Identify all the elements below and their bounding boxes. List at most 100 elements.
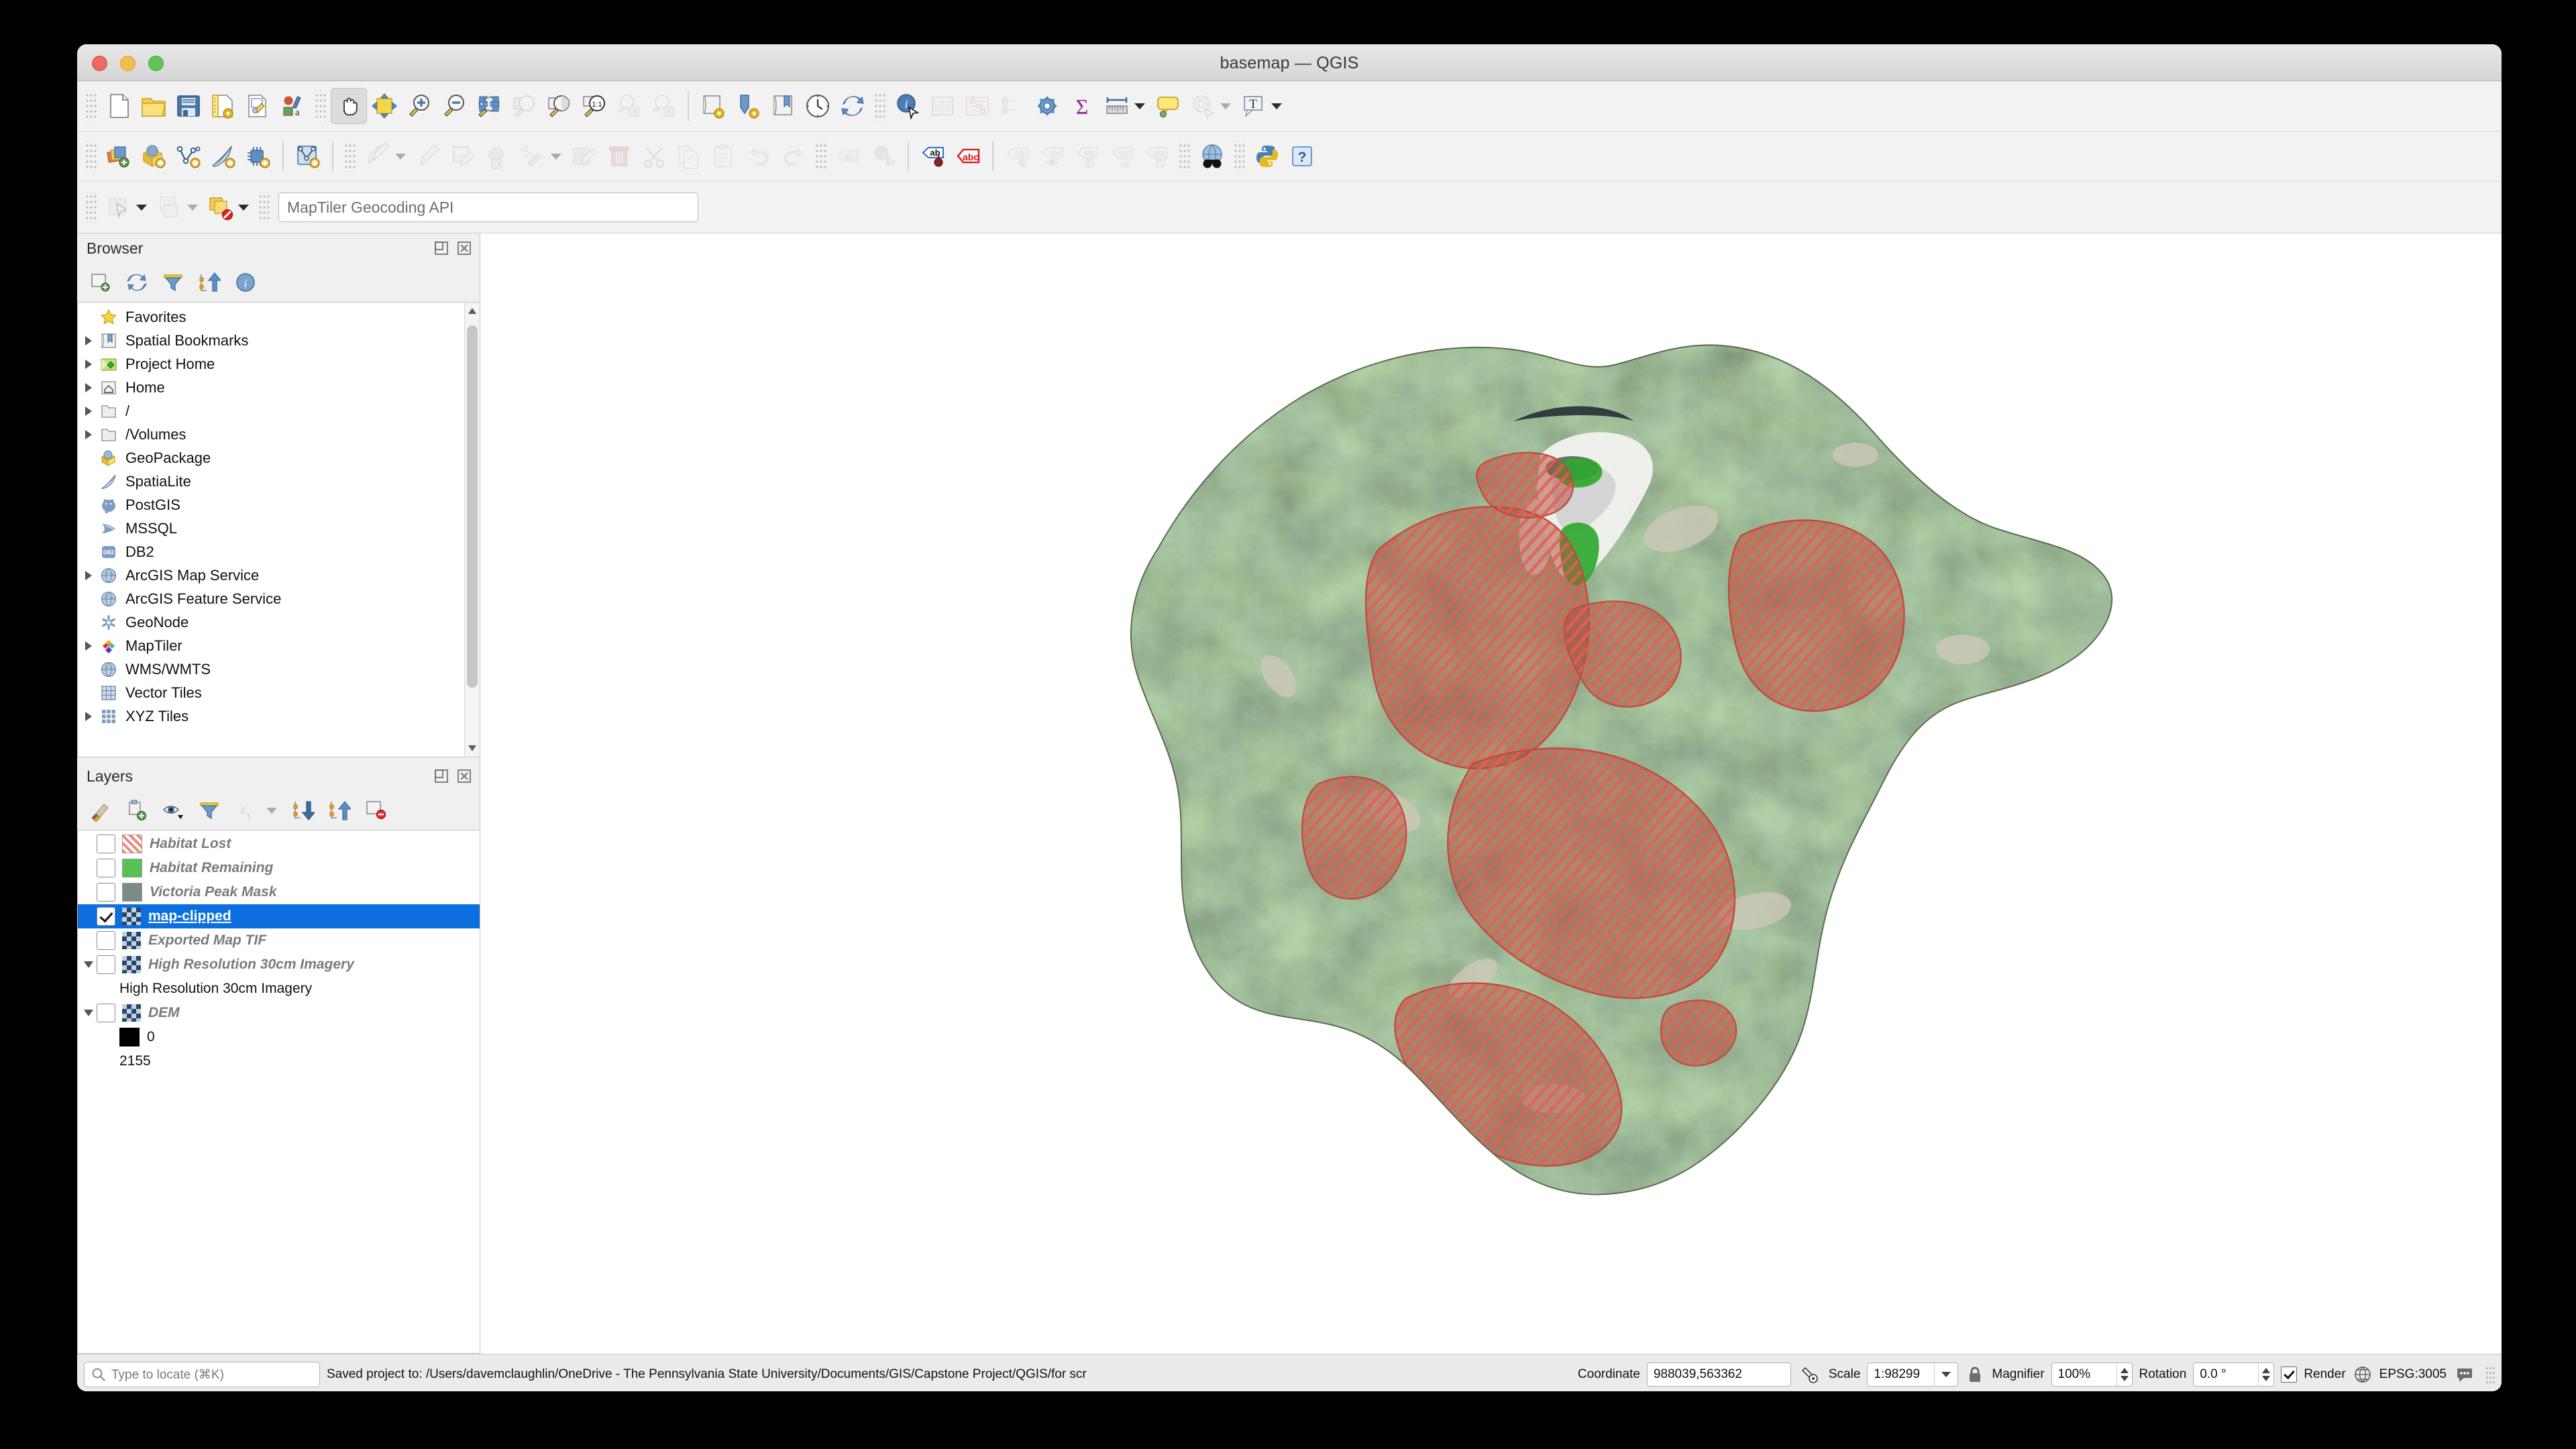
toolbar-grip[interactable] — [1179, 141, 1190, 172]
render-checkbox[interactable] — [2281, 1366, 2298, 1383]
help-icon[interactable]: ? — [1285, 139, 1320, 174]
scale-combobox[interactable]: 1:98299 — [1867, 1362, 1959, 1387]
select-features-icon[interactable] — [101, 190, 136, 225]
new-virtual-layer-icon[interactable] — [290, 139, 325, 174]
zoom-next-icon[interactable] — [646, 89, 681, 123]
zoom-last-icon[interactable] — [611, 89, 646, 123]
expand-arrow-icon[interactable] — [80, 329, 97, 352]
new-print-layout-icon[interactable] — [206, 89, 241, 123]
run-model-icon[interactable] — [1185, 89, 1220, 123]
show-properties-icon[interactable]: i — [231, 268, 260, 297]
vertex-tool-icon[interactable] — [481, 139, 516, 174]
new-memory-layer-icon[interactable] — [241, 139, 276, 174]
current-edits-caret[interactable] — [395, 153, 406, 160]
scroll-up-arrow[interactable] — [468, 308, 476, 314]
processing-gear-icon[interactable] — [1030, 89, 1065, 123]
pin-labels-icon[interactable]: ab — [1000, 139, 1035, 174]
move-label-icon[interactable]: abc — [1070, 139, 1105, 174]
measure-line-icon[interactable] — [1099, 89, 1134, 123]
toolbar-grip[interactable] — [86, 141, 97, 172]
map-tips-icon[interactable] — [1150, 89, 1185, 123]
browser-item[interactable]: SpatiaLite — [78, 470, 480, 493]
zoom-full-icon[interactable] — [472, 89, 506, 123]
new-map-view-icon[interactable] — [696, 89, 731, 123]
style-manager-icon[interactable]: a — [276, 89, 311, 123]
pan-to-selection-icon[interactable] — [367, 89, 402, 123]
close-icon[interactable] — [455, 767, 473, 785]
expression-caret[interactable] — [266, 807, 277, 814]
collapse-all-icon[interactable] — [195, 268, 223, 297]
expand-arrow-icon[interactable] — [80, 634, 97, 657]
layer-visibility-checkbox[interactable] — [97, 907, 115, 926]
globe-icon[interactable] — [2353, 1364, 2373, 1385]
status-resize-grip[interactable] — [2485, 1366, 2495, 1383]
magnifier-spinbox[interactable]: 100% — [2051, 1362, 2133, 1387]
browser-item[interactable]: MapTiler — [78, 634, 480, 657]
text-annotation-icon[interactable]: T — [1236, 89, 1271, 123]
pan-map-icon[interactable] — [331, 88, 367, 124]
layer-row[interactable]: Habitat Remaining — [78, 856, 480, 880]
diagram-icon[interactable] — [866, 139, 901, 174]
layer-visibility-checkbox[interactable] — [97, 859, 115, 878]
layer-row[interactable]: Habitat Lost — [78, 832, 480, 856]
manage-visibility-icon[interactable] — [159, 796, 187, 824]
toolbar-grip[interactable] — [86, 91, 97, 121]
layer-row[interactable]: DEM — [78, 1001, 480, 1025]
browser-item[interactable]: Favorites — [78, 305, 480, 329]
redo-icon[interactable] — [776, 139, 811, 174]
geocoder-search-input[interactable]: MapTiler Geocoding API — [278, 193, 698, 222]
browser-item[interactable]: MSSQL — [78, 517, 480, 540]
browser-item[interactable]: Project Home — [78, 352, 480, 376]
browser-scrollbar[interactable] — [464, 303, 480, 757]
new-project-icon[interactable] — [101, 89, 136, 123]
undo-icon[interactable] — [741, 139, 776, 174]
browser-item[interactable]: DB2 DB2 — [78, 540, 480, 564]
layer-visibility-checkbox[interactable] — [97, 1004, 115, 1023]
modify-attributes-caret[interactable] — [551, 153, 561, 160]
layer-row[interactable]: High Resolution 30cm Imagery — [78, 953, 480, 977]
toolbar-grip[interactable] — [816, 141, 826, 172]
show-bookmarks-icon[interactable] — [765, 89, 800, 123]
layer-visibility-checkbox[interactable] — [97, 835, 115, 854]
locator-search-input[interactable]: Type to locate (⌘K) — [84, 1362, 320, 1387]
open-project-icon[interactable] — [136, 89, 171, 123]
chevron-down-icon[interactable] — [1934, 1363, 1957, 1386]
layers-tree[interactable]: Habitat Lost Habitat Remaining Victoria Pe… — [77, 830, 480, 1354]
filter-browser-icon[interactable] — [159, 268, 187, 297]
show-hide-labels-icon[interactable]: abc — [951, 139, 985, 174]
change-label-icon[interactable]: abc — [1140, 139, 1175, 174]
label-toolbar-icon[interactable]: abc — [831, 139, 866, 174]
temporal-controller-icon[interactable] — [800, 89, 835, 123]
layer-row[interactable]: High Resolution 30cm Imagery — [78, 977, 480, 1001]
layer-row-selected[interactable]: map-clipped — [78, 904, 480, 929]
layer-row[interactable]: 0 — [78, 1025, 480, 1049]
toolbar-grip[interactable] — [315, 91, 326, 121]
toolbar-grip[interactable] — [345, 141, 356, 172]
select-value-caret[interactable] — [187, 204, 198, 211]
current-edits-icon[interactable] — [360, 139, 395, 174]
browser-item[interactable]: ArcGIS Map Service — [78, 564, 480, 587]
rotate-label-icon[interactable]: abc — [1105, 139, 1140, 174]
modify-attributes-icon[interactable] — [516, 139, 551, 174]
cut-features-icon[interactable] — [637, 139, 672, 174]
statistical-summary-icon[interactable]: Σ — [1065, 89, 1099, 123]
python-console-icon[interactable] — [1250, 139, 1285, 174]
browser-item[interactable]: Vector Tiles — [78, 681, 480, 704]
select-by-expression-icon[interactable] — [152, 190, 187, 225]
map-canvas[interactable] — [480, 233, 2502, 1354]
paste-features-icon[interactable] — [706, 139, 741, 174]
deselect-caret[interactable] — [238, 204, 249, 211]
field-calculator-icon[interactable] — [960, 89, 995, 123]
browser-item[interactable]: GeoPackage — [78, 446, 480, 470]
toggle-extents-icon[interactable] — [1798, 1362, 1822, 1387]
refresh-icon[interactable] — [835, 89, 870, 123]
expand-arrow-icon[interactable] — [80, 399, 97, 423]
show-unplaced-labels-icon[interactable]: abc — [1035, 139, 1070, 174]
zoom-to-layer-icon[interactable] — [541, 89, 576, 123]
zoom-out-icon[interactable] — [437, 89, 472, 123]
expression-filter-icon[interactable]: ε — [231, 796, 260, 824]
coordinate-input[interactable]: 988039,563362 — [1646, 1362, 1791, 1387]
refresh-icon[interactable] — [123, 268, 151, 297]
layer-row[interactable]: Exported Map TIF — [78, 928, 480, 953]
annotation-caret[interactable] — [1271, 103, 1282, 109]
